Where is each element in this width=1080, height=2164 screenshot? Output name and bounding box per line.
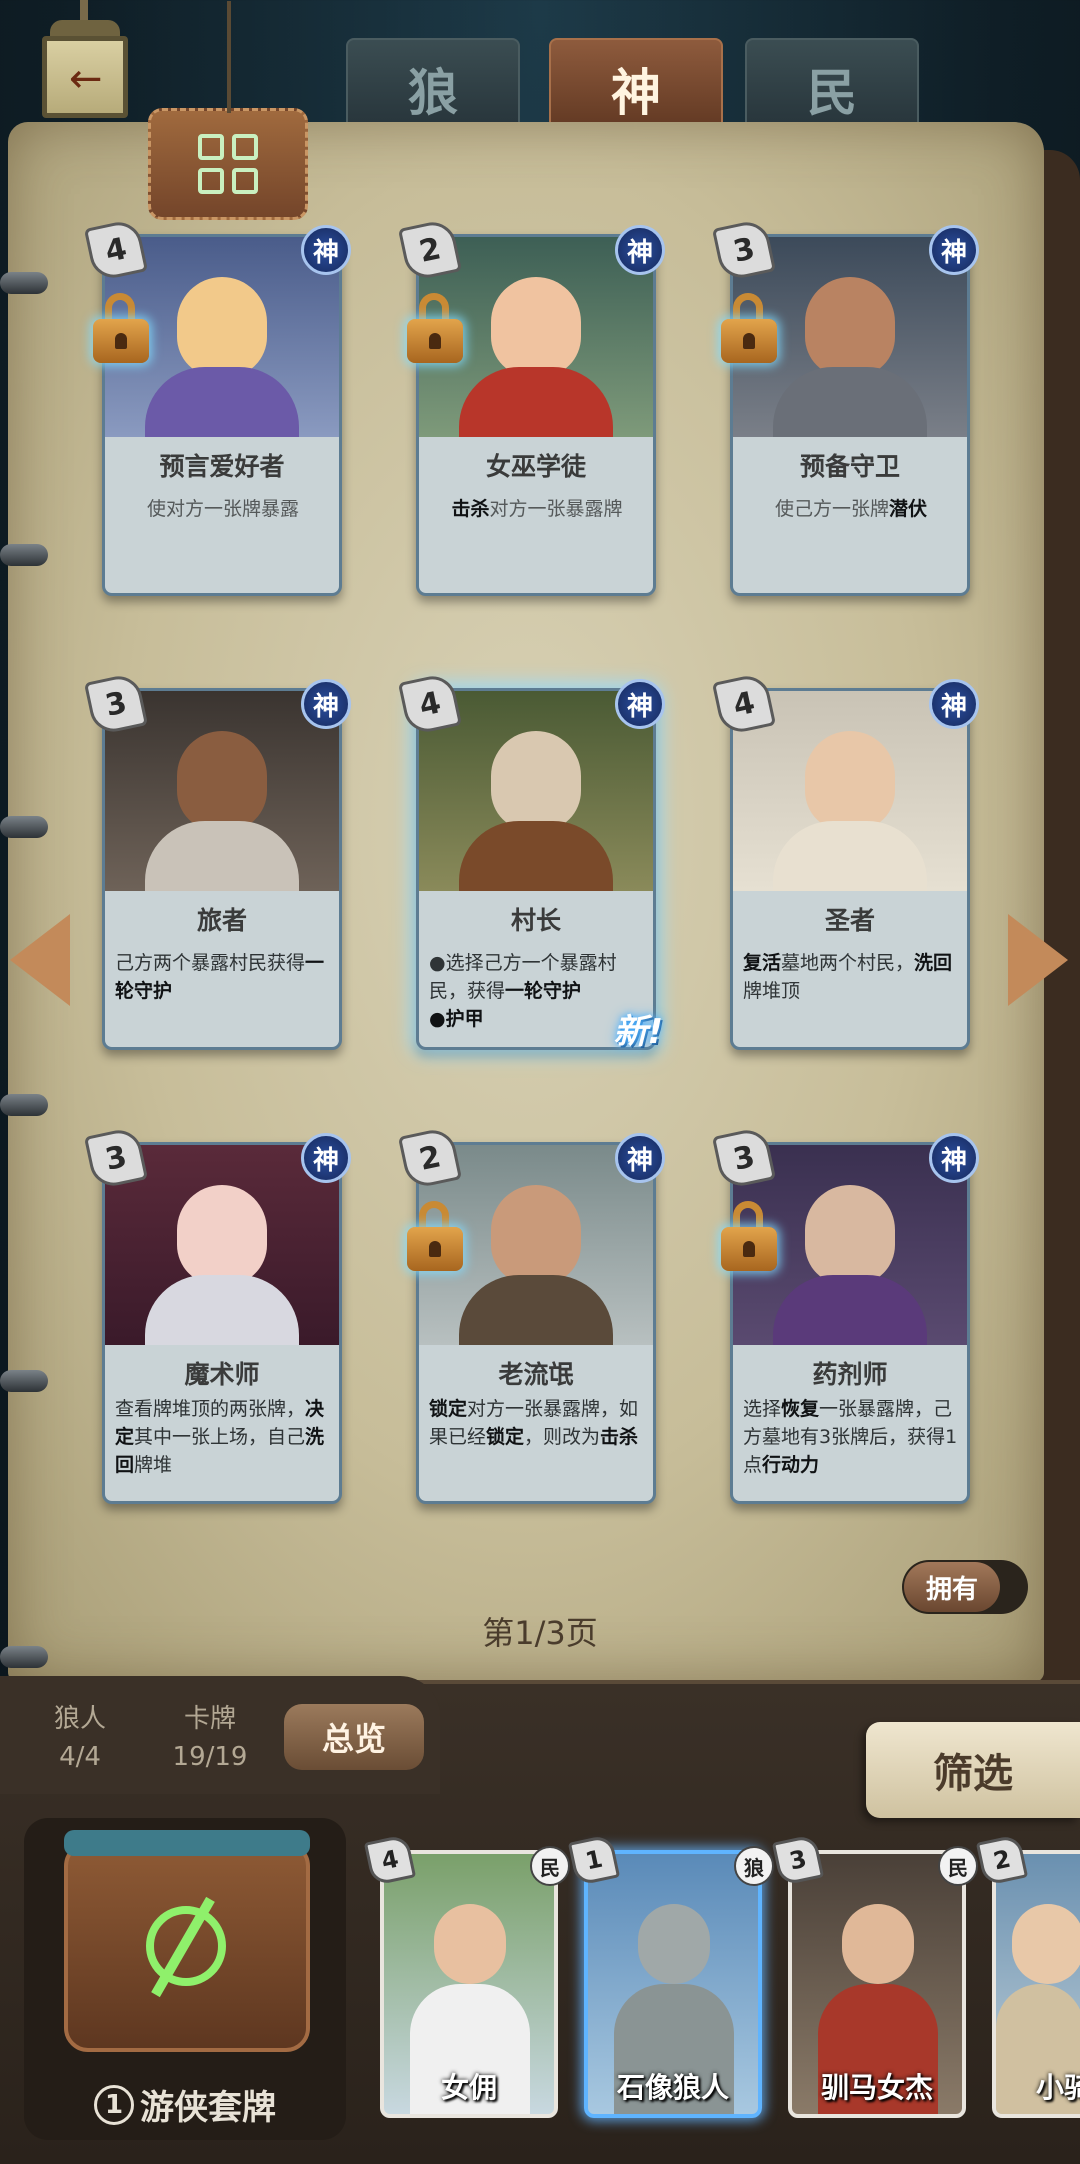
current-deck[interactable]: 1 游侠套牌: [24, 1818, 346, 2140]
faction-badge: 神: [301, 679, 351, 729]
next-page-arrow-icon[interactable]: [1008, 914, 1068, 1006]
wolf-count-value: 4/4: [59, 1742, 101, 1772]
deck-label: 1 游侠套牌: [94, 2080, 276, 2129]
binder-ring: [0, 1370, 48, 1392]
card-count-value: 19/19: [172, 1742, 248, 1772]
card-traveler[interactable]: 3 神 旅者 己方两个暴露村民获得一轮守护: [83, 671, 351, 1050]
card-description: 锁定对方一张暴露牌，如果已经锁定，则改为击杀: [429, 1398, 639, 1448]
card-reserve-guard[interactable]: 3 神 预备守卫 使己方一张牌潜伏: [711, 217, 979, 596]
lock-icon: [93, 293, 153, 363]
card-magician[interactable]: 3 神 魔术师 查看牌堆顶的两张牌，决定其中一张上场，自己洗回牌堆: [83, 1125, 351, 1504]
deck-card-name: 驯马女杰: [820, 2071, 933, 2104]
owned-toggle[interactable]: 拥有: [902, 1560, 1028, 1614]
deck-number: 1: [94, 2084, 134, 2125]
back-arrow-icon: ←: [69, 56, 103, 102]
card-name: 预言爱好者: [159, 452, 285, 481]
faction-badge: 神: [615, 225, 665, 275]
faction-badge: 神: [929, 225, 979, 275]
new-badge: 新!: [613, 1012, 663, 1052]
owned-toggle-label: 拥有: [904, 1562, 1000, 1612]
card-village-chief[interactable]: 4 神 村长 ●选择己方一个暴露村民，获得一轮守护 ●护甲 新!: [397, 671, 665, 1052]
card-description: 复活墓地两个村民，洗回牌堆顶: [743, 952, 953, 1002]
deck-card-faction: 狼: [734, 1846, 774, 1886]
lantern-hook: [80, 0, 88, 22]
card-count: 卡牌 19/19: [160, 1700, 260, 1776]
binder-ring: [0, 544, 48, 566]
deck-card-name: 女佣: [440, 2071, 497, 2104]
card-prophecy-fan[interactable]: 4 神 预言爱好者 使对方一张牌暴露: [83, 217, 351, 596]
binder-ring: [0, 272, 48, 294]
lock-icon: [721, 1201, 781, 1271]
deck-card[interactable]: 驯马女杰: [788, 1850, 966, 2118]
card-description: 使对方一张牌暴露: [146, 498, 299, 520]
binder-ring: [0, 1094, 48, 1116]
faction-badge: 神: [615, 1133, 665, 1183]
card-apothecary[interactable]: 3 神 药剂师 选择恢复一张暴露牌，己方墓地有3张牌后，获得1点行动力: [711, 1125, 979, 1504]
deck-card[interactable]: 石像狼人: [584, 1850, 762, 2118]
back-lantern-button[interactable]: ←: [30, 0, 140, 130]
card-name: 村长: [510, 906, 561, 935]
card-old-rogue[interactable]: 2 神 老流氓 锁定对方一张暴露牌，如果已经锁定，则改为击杀: [397, 1125, 665, 1504]
deck-card[interactable]: 女佣: [380, 1850, 558, 2118]
lantern-body: ←: [42, 36, 128, 118]
card-witch-apprentice[interactable]: 2 神 女巫学徒 击杀对方一张暴露牌: [397, 217, 665, 596]
card-name: 女巫学徒: [485, 452, 586, 481]
faction-badge: 神: [301, 225, 351, 275]
card-description: 击杀对方一张暴露牌: [451, 498, 623, 520]
lock-icon: [407, 293, 467, 363]
faction-badge: 神: [929, 1133, 979, 1183]
deck-card-faction: 民: [530, 1846, 570, 1886]
wolf-count-label: 狼人: [53, 1704, 106, 1734]
grid-view-button[interactable]: [148, 1, 308, 220]
faction-badge: 神: [301, 1133, 351, 1183]
binder-ring: [0, 816, 48, 838]
card-name: 药剂师: [812, 1360, 888, 1389]
page-indicator: 第1/3页: [482, 1614, 598, 1652]
card-name: 魔术师: [184, 1360, 260, 1389]
filter-button[interactable]: 筛选: [866, 1722, 1080, 1818]
binder-ring: [0, 1646, 48, 1668]
faction-badge: 神: [615, 679, 665, 729]
faction-badge: 神: [929, 679, 979, 729]
deck-card[interactable]: 小骑: [992, 1850, 1080, 2118]
card-description: 查看牌堆顶的两张牌，决定其中一张上场，自己洗回牌堆: [115, 1398, 325, 1476]
wolf-count: 狼人 4/4: [40, 1700, 120, 1776]
overview-button[interactable]: 总览: [284, 1704, 424, 1770]
card-name: 旅者: [196, 906, 247, 935]
card-count-label: 卡牌: [183, 1704, 236, 1734]
card-description: 选择恢复一张暴露牌，己方墓地有3张牌后，获得1点行动力: [743, 1398, 958, 1476]
card-description: 己方两个暴露村民获得一轮守护: [115, 952, 325, 1002]
deck-card-name: 小骑: [1036, 2071, 1080, 2104]
grid-icon: [198, 134, 258, 194]
card-saint[interactable]: 4 神 圣者 复活墓地两个村民，洗回牌堆顶: [711, 671, 979, 1050]
prev-page-arrow-icon[interactable]: [10, 914, 70, 1006]
hanging-string: [227, 1, 231, 113]
lock-icon: [721, 293, 781, 363]
deck-card-faction: 民: [938, 1846, 978, 1886]
deck-book-icon: [64, 1830, 310, 2052]
lock-icon: [407, 1201, 467, 1271]
card-name: 预备守卫: [799, 452, 900, 481]
card-description: 使己方一张牌潜伏: [774, 498, 928, 520]
card-name: 老流氓: [498, 1360, 574, 1389]
card-name: 圣者: [824, 906, 875, 935]
deck-card-name: 石像狼人: [616, 2071, 729, 2104]
deck-name: 游侠套牌: [140, 2088, 276, 2128]
